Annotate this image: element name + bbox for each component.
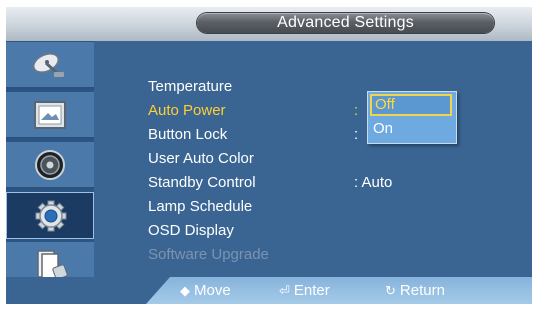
title-bar: Advanced Settings [6, 7, 532, 41]
help-bar: ◆ Move ⏎ Enter ↻ Return [6, 277, 532, 304]
auto-power-value-separator: : [354, 102, 359, 119]
sidebar-item-picture[interactable] [6, 92, 94, 139]
help-move-label: Move [194, 282, 231, 299]
sidebar-item-sound[interactable] [6, 142, 94, 189]
help-bar-notch [146, 277, 170, 304]
menu-item-user-auto-color[interactable]: User Auto Color [148, 148, 254, 170]
button-lock-value-separator: : [354, 126, 359, 143]
menu-item-standby-control[interactable]: Standby Control [148, 172, 256, 194]
auto-power-dropdown[interactable]: Off On [367, 91, 457, 144]
menu-item-auto-power[interactable]: Auto Power [148, 100, 226, 122]
speaker-icon [35, 150, 65, 180]
help-return: ↻ Return [385, 277, 445, 304]
dropdown-option-on[interactable]: On [370, 118, 452, 140]
standby-control-value: : Auto [354, 174, 393, 191]
help-return-label: Return [399, 282, 445, 299]
dropdown-option-off[interactable]: Off [370, 94, 452, 116]
sidebar-item-input[interactable] [6, 42, 94, 89]
enter-icon: ⏎ [279, 283, 290, 298]
settings-menu: Temperature Auto Power : Button Lock : U… [94, 41, 532, 277]
help-enter: ⏎ Enter [279, 277, 330, 304]
window-title: Advanced Settings [277, 14, 414, 31]
return-icon: ↻ [385, 283, 396, 298]
gear-icon [35, 200, 67, 232]
category-sidebar [6, 41, 94, 304]
satellite-dish-icon [32, 53, 64, 77]
help-enter-label: Enter [293, 282, 330, 299]
up-down-arrow-icon: ◆ [180, 283, 190, 298]
menu-item-osd-display[interactable]: OSD Display [148, 220, 234, 242]
menu-item-temperature[interactable]: Temperature [148, 76, 232, 98]
menu-item-button-lock[interactable]: Button Lock [148, 124, 227, 146]
help-move: ◆ Move [180, 277, 231, 304]
menu-item-software-upgrade: Software Upgrade [148, 246, 269, 263]
menu-item-lamp-schedule[interactable]: Lamp Schedule [148, 196, 252, 218]
sidebar-item-setup[interactable] [6, 192, 94, 239]
osd-window: Advanced Settings Temperature Auto Power… [6, 7, 532, 304]
picture-icon [34, 101, 66, 129]
title-pill: Advanced Settings [197, 13, 494, 33]
